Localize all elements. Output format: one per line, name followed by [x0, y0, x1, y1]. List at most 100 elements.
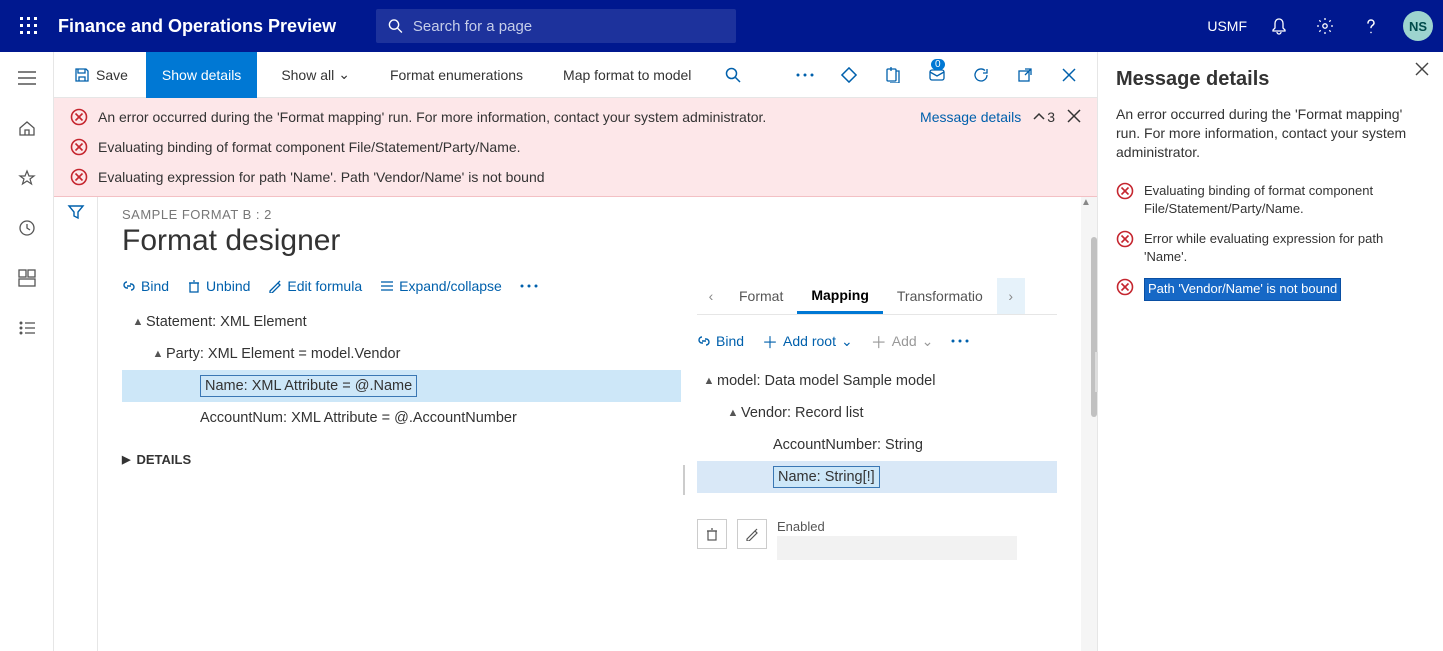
tab-transformations[interactable]: Transformatio — [883, 280, 997, 312]
global-search[interactable] — [376, 9, 736, 43]
tree-node-accountnumber[interactable]: AccountNumber: String — [697, 429, 1057, 461]
filter-icon[interactable] — [67, 203, 85, 651]
edit-formula-button[interactable]: Edit formula — [268, 278, 362, 294]
show-all-label: Show all — [281, 67, 334, 83]
panel-summary: An error occurred during the 'Format map… — [1116, 105, 1425, 162]
expand-label: Expand/collapse — [399, 278, 502, 294]
modules-icon[interactable] — [9, 310, 45, 346]
map-format-button[interactable]: Map format to model — [547, 52, 707, 98]
format-tree-pane: Bind Unbind Edit formula Expand/collapse… — [122, 278, 681, 651]
format-enumerations-button[interactable]: Format enumerations — [374, 52, 539, 98]
tab-mapping[interactable]: Mapping — [797, 279, 883, 314]
error-text-2: Evaluating binding of format component F… — [98, 139, 1081, 155]
bind-button[interactable]: Bind — [122, 278, 169, 294]
tab-nav-right-icon[interactable]: › — [997, 278, 1025, 314]
tree-node-statement[interactable]: ▲Statement: XML Element — [122, 306, 681, 338]
diamond-icon[interactable] — [831, 57, 867, 93]
settings-icon[interactable] — [1311, 12, 1339, 40]
panel-msg-2-text: Error while evaluating expression for pa… — [1144, 230, 1425, 266]
pane-splitter[interactable] — [681, 278, 687, 651]
attach-icon[interactable] — [875, 57, 911, 93]
details-section-toggle[interactable]: ▶DETAILS — [122, 452, 681, 467]
close-icon[interactable] — [1051, 57, 1087, 93]
edit-icon[interactable] — [737, 519, 767, 549]
vertical-scrollbar[interactable]: ▲ — [1081, 197, 1097, 651]
breadcrumb: SAMPLE FORMAT B : 2 — [122, 207, 1057, 222]
tab-nav-left-icon[interactable]: ‹ — [697, 278, 725, 314]
panel-title: Message details — [1116, 68, 1425, 91]
main-content: Save Show details Show all⌄ Format enume… — [54, 52, 1098, 651]
expand-collapse-button[interactable]: Expand/collapse — [380, 278, 502, 294]
page-title: Format designer — [122, 224, 1057, 258]
show-all-button[interactable]: Show all⌄ — [265, 52, 366, 98]
app-header: Finance and Operations Preview USMF NS — [0, 0, 1443, 52]
tree-node-party[interactable]: ▲Party: XML Element = model.Vendor — [122, 338, 681, 370]
notifications-icon[interactable] — [1265, 12, 1293, 40]
error-banner: An error occurred during the 'Format map… — [54, 98, 1097, 197]
overflow-icon[interactable] — [951, 339, 969, 343]
error-icon — [70, 168, 88, 186]
workspace-icon[interactable] — [9, 260, 45, 296]
tree-node-vendor[interactable]: ▲Vendor: Record list — [697, 397, 1057, 429]
panel-close-icon[interactable] — [1415, 62, 1429, 79]
message-details-panel: Message details An error occurred during… — [1098, 52, 1443, 651]
error-icon — [70, 138, 88, 156]
unbind-button[interactable]: Unbind — [187, 278, 250, 294]
add-button[interactable]: ＋Add⌄ — [871, 329, 934, 353]
error-text-1: An error occurred during the 'Format map… — [98, 109, 910, 125]
action-search-icon[interactable] — [715, 57, 751, 93]
tree-node-name-string[interactable]: Name: String[!] — [697, 461, 1057, 493]
save-label: Save — [96, 67, 128, 83]
map-format-label: Map format to model — [563, 67, 691, 83]
overflow-icon[interactable] — [520, 284, 538, 288]
popout-icon[interactable] — [1007, 57, 1043, 93]
edit-formula-label: Edit formula — [287, 278, 362, 294]
tree-node-name[interactable]: Name: XML Attribute = @.Name — [122, 370, 681, 402]
panel-msg-3[interactable]: Path 'Vendor/Name' is not bound — [1116, 272, 1425, 306]
panel-msg-1-text: Evaluating binding of format component F… — [1144, 182, 1425, 218]
panel-msg-1[interactable]: Evaluating binding of format component F… — [1116, 176, 1425, 224]
user-avatar[interactable]: NS — [1403, 11, 1433, 41]
favorites-icon[interactable] — [9, 160, 45, 196]
action-bar: Save Show details Show all⌄ Format enume… — [54, 52, 1097, 98]
company-code[interactable]: USMF — [1207, 18, 1247, 34]
error-icon — [70, 108, 88, 126]
panel-msg-2[interactable]: Error while evaluating expression for pa… — [1116, 224, 1425, 272]
add-root-button[interactable]: ＋Add root⌄ — [762, 329, 853, 353]
tree-node-model[interactable]: ▲model: Data model Sample model — [697, 365, 1057, 397]
enabled-value[interactable] — [777, 536, 1017, 560]
error-count: 3 — [1047, 109, 1055, 125]
filter-column — [54, 197, 98, 651]
chevron-down-icon: ⌄ — [841, 333, 853, 350]
error-icon — [1116, 230, 1134, 248]
delete-icon[interactable] — [697, 519, 727, 549]
recent-icon[interactable] — [9, 210, 45, 246]
format-tree: ▲Statement: XML Element ▲Party: XML Elem… — [122, 306, 681, 434]
bind-button-right[interactable]: Bind — [697, 333, 744, 349]
search-input[interactable] — [413, 18, 724, 35]
nav-expand-icon[interactable] — [9, 60, 45, 96]
error-icon — [1116, 182, 1134, 200]
show-details-label: Show details — [162, 67, 241, 83]
error-close-icon[interactable] — [1067, 109, 1081, 126]
add-label: Add — [892, 333, 917, 349]
save-button[interactable]: Save — [64, 52, 138, 98]
home-icon[interactable] — [9, 110, 45, 146]
bind-label-right: Bind — [716, 333, 744, 349]
error-icon — [1116, 278, 1134, 296]
mapping-tree: ▲model: Data model Sample model ▲Vendor:… — [697, 365, 1057, 493]
message-details-link[interactable]: Message details — [920, 109, 1021, 125]
error-collapse-toggle[interactable]: 3 — [1033, 109, 1055, 125]
details-label: DETAILS — [136, 452, 191, 467]
tree-node-accountnum[interactable]: AccountNum: XML Attribute = @.AccountNum… — [122, 402, 681, 434]
app-launcher-icon[interactable] — [10, 7, 48, 45]
messages-icon[interactable]: 0 — [919, 57, 955, 93]
messages-badge: 0 — [931, 59, 945, 70]
overflow-icon[interactable] — [787, 57, 823, 93]
refresh-icon[interactable] — [963, 57, 999, 93]
show-details-button[interactable]: Show details — [146, 52, 257, 98]
help-icon[interactable] — [1357, 12, 1385, 40]
tab-format[interactable]: Format — [725, 280, 797, 312]
left-nav-rail — [0, 52, 54, 651]
add-root-label: Add root — [783, 333, 836, 349]
